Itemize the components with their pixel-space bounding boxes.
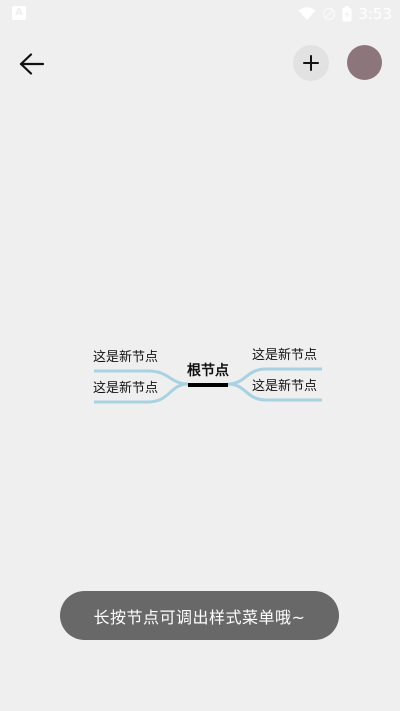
- status-icons: 3:53: [298, 4, 392, 24]
- left-node-lower[interactable]: 这是新节点: [93, 381, 158, 397]
- status-bar: A 3:53: [0, 0, 400, 28]
- notification-icon: A: [12, 6, 26, 20]
- toast-message: 长按节点可调出样式菜单哦~: [60, 591, 339, 640]
- back-button[interactable]: [10, 42, 54, 86]
- root-node[interactable]: 根节点: [187, 363, 229, 379]
- plus-icon: [303, 55, 319, 71]
- status-time: 3:53: [358, 5, 392, 23]
- avatar[interactable]: [347, 45, 382, 80]
- add-node-button[interactable]: [293, 45, 329, 81]
- right-node-lower[interactable]: 这是新节点: [252, 379, 317, 395]
- left-node-upper[interactable]: 这是新节点: [93, 350, 158, 366]
- arrow-left-icon: [19, 53, 45, 75]
- right-node-upper[interactable]: 这是新节点: [252, 348, 317, 364]
- wifi-icon: [298, 7, 316, 20]
- battery-icon: [342, 6, 352, 22]
- app-bar: [0, 28, 400, 98]
- no-sim-icon: [323, 7, 336, 21]
